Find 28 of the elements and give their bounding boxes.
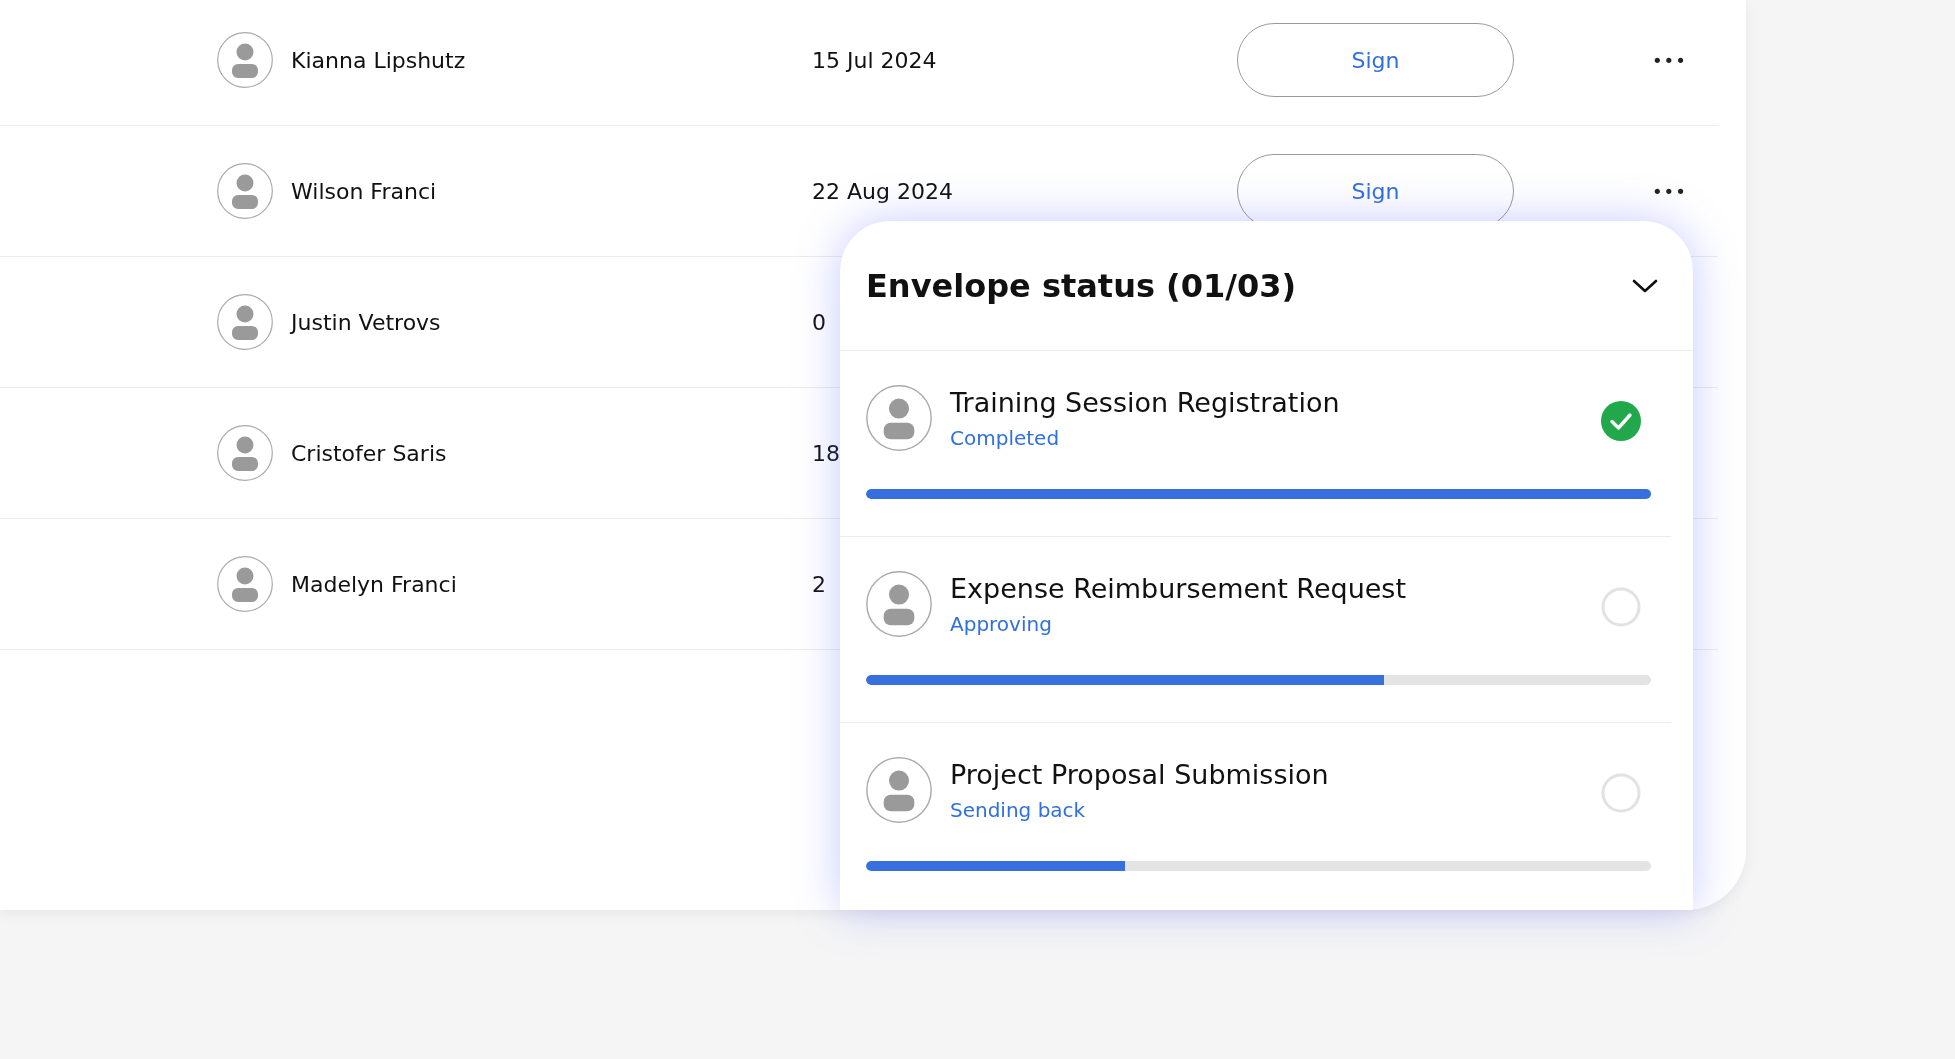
avatar-icon (217, 556, 273, 612)
avatar-icon (217, 425, 273, 481)
panel-title: Envelope status (01/03) (866, 266, 1297, 305)
date-text: 18 (812, 440, 840, 466)
more-menu[interactable]: ••• (1652, 49, 1687, 71)
status-text: Approving (950, 612, 1053, 636)
date-text: 2 (812, 571, 826, 597)
envelope-title: Project Proposal Submission (950, 759, 1330, 790)
envelope-title: Expense Reimbursement Request (950, 573, 1408, 604)
recipient-name: Justin Vetrovs (291, 309, 441, 335)
recipient-name: Kianna Lipshutz (291, 47, 466, 73)
recipient-name: Madelyn Franci (291, 571, 457, 597)
recipient-name: Cristofer Saris (291, 440, 447, 466)
status-text: Sending back (950, 798, 1087, 822)
more-menu[interactable]: ••• (1652, 180, 1687, 202)
avatar-icon (866, 571, 932, 637)
avatar-icon (866, 385, 932, 451)
avatar-icon (217, 32, 273, 88)
sign-button[interactable]: Sign (1237, 23, 1514, 97)
avatar-icon (217, 163, 273, 219)
status-text: Completed (950, 426, 1061, 450)
avatar-icon (866, 757, 932, 823)
avatar-icon (217, 294, 273, 350)
envelope-title: Training Session Registration (950, 387, 1341, 418)
date-text: 15 Jul 2024 (812, 47, 937, 73)
date-text: 0 (812, 309, 826, 335)
date-text: 22 Aug 2024 (812, 178, 953, 204)
recipient-name: Wilson Franci (291, 178, 437, 204)
